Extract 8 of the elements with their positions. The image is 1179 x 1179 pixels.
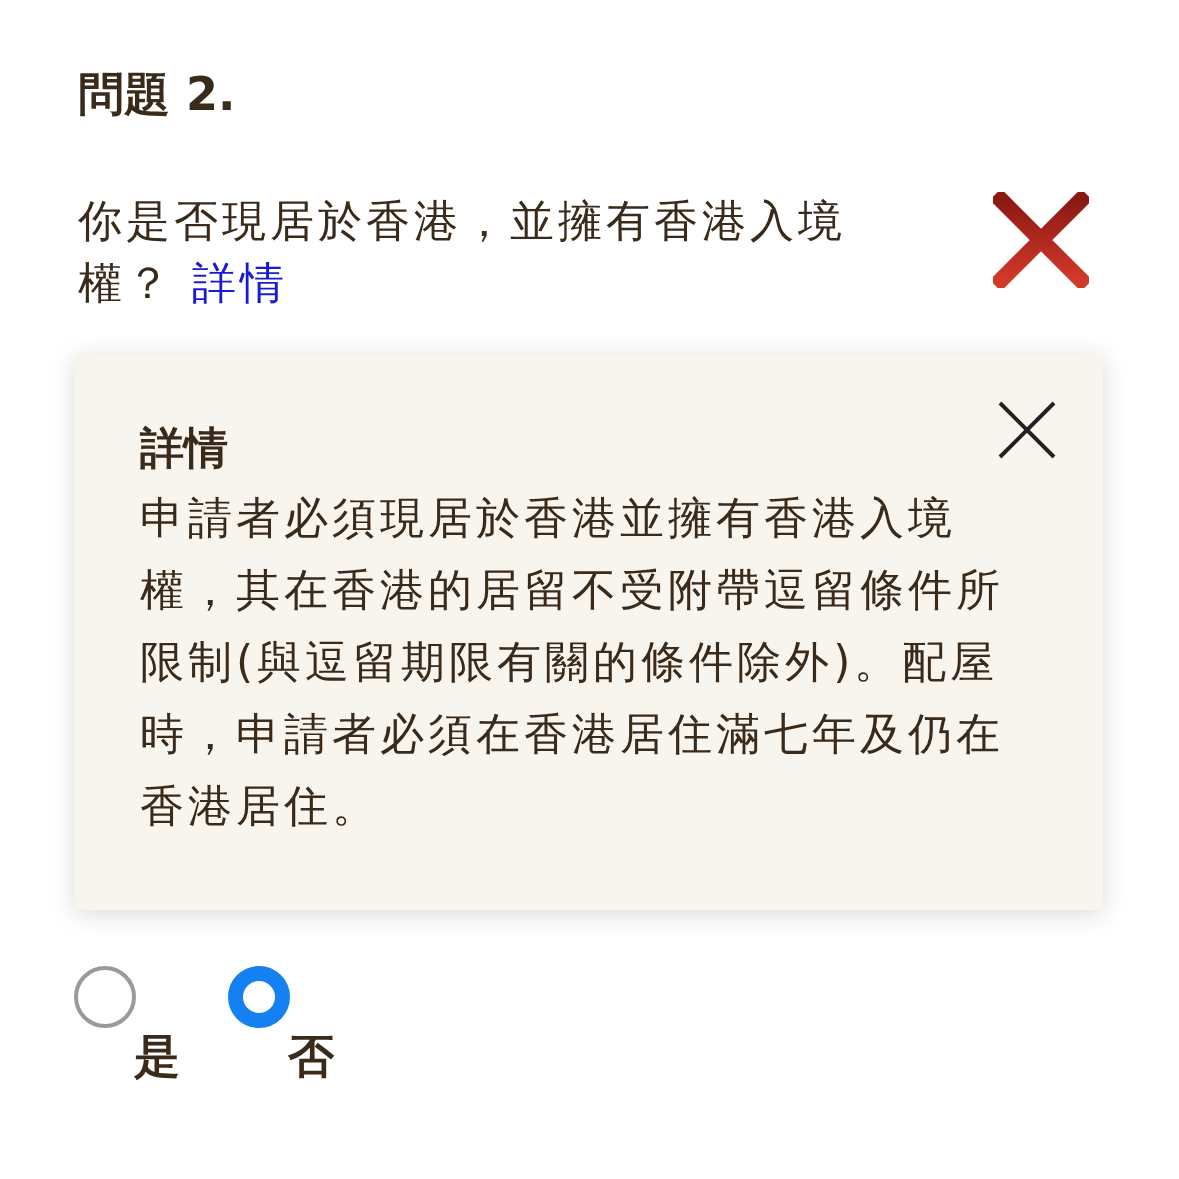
details-text: 申請者必須現居於香港並擁有香港入境權，其在香港的居留不受附帶逗留條件所限制(與逗留期限有關的條件除外)。配屋時，申請者必須在香港居住滿七年及仍在香港居住。 [140,491,1005,833]
question-text: 你是否現居於香港，並擁有香港入境權？ 詳情 [78,194,847,310]
option-label: 否 [288,1028,334,1085]
question-number: 問題 2. [78,66,237,123]
close-icon [998,401,1056,459]
option-label: 是 [134,1028,180,1085]
details-link[interactable]: 詳情 [192,257,288,308]
details-title: 詳情 [140,421,228,475]
